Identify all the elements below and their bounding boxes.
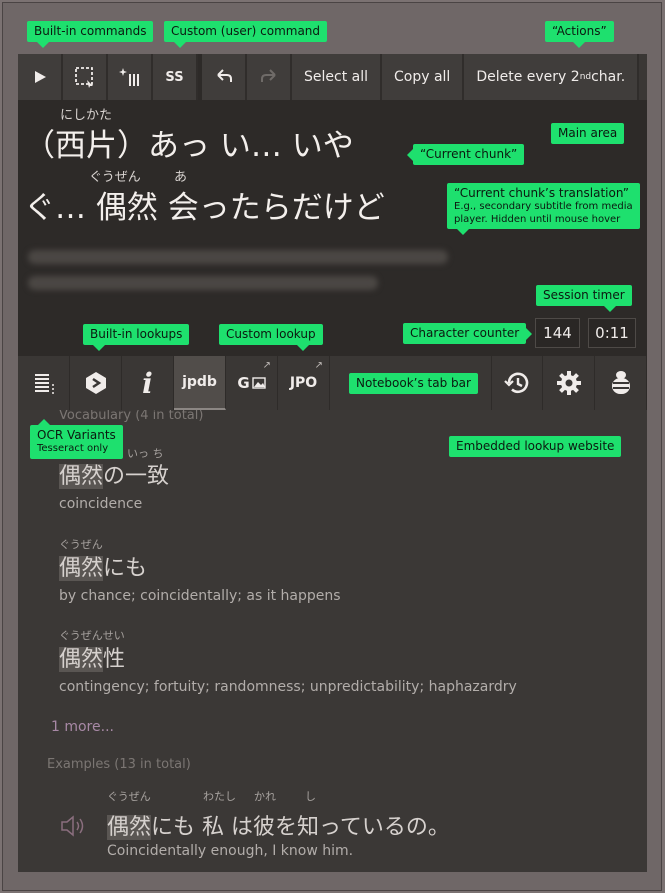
character-counter: 144 — [535, 318, 580, 348]
entry-highlight: 偶然 — [59, 464, 104, 489]
tab-info[interactable]: i — [122, 356, 174, 410]
play-icon — [34, 71, 46, 83]
note-session-timer: Session timer — [536, 285, 632, 306]
entry-word-rest: の一致 — [103, 464, 170, 489]
copy-all-button[interactable]: Copy all — [382, 54, 465, 100]
examples-header: Examples (13 in total) — [47, 757, 191, 772]
note-ocr-variants: OCR Variants Tesseract only — [30, 425, 123, 459]
delete-every-prefix: Delete every 2 — [476, 69, 580, 85]
example-sentence[interactable]: 偶然にも 私 は彼を知っているの。 — [107, 809, 450, 841]
note-translation-sub2: player. Hidden until mouse hover — [454, 213, 621, 225]
external-link-icon: ↗ — [262, 360, 271, 371]
current-chunk-line-1[interactable]: （西片）あっ い… いや — [24, 120, 354, 165]
external-link-icon: ↗ — [314, 360, 323, 371]
note-character-counter: Character counter — [403, 323, 527, 344]
entry-highlight: 偶然 — [59, 556, 104, 581]
example-ruby: かれ — [254, 790, 276, 803]
tab-lookup-1[interactable] — [70, 356, 122, 410]
vocab-entry-word[interactable]: 偶然性 — [59, 641, 125, 673]
note-builtin-lookups: Built-in lookups — [83, 324, 190, 345]
app-window: SS Select all Copy all Delete every 2nd … — [18, 54, 647, 872]
undo-button[interactable] — [202, 54, 247, 100]
translation-blurred-line-1[interactable] — [28, 250, 448, 264]
tab-debug[interactable] — [595, 356, 647, 410]
example-ruby: し — [305, 790, 316, 803]
tab-ocr-variants[interactable] — [18, 356, 70, 410]
tab-settings[interactable] — [543, 356, 595, 410]
tab-google-label: G — [237, 374, 250, 392]
select-region-icon — [74, 67, 93, 88]
list-icon — [34, 374, 54, 394]
tab-google-lens[interactable]: G ↗ — [226, 356, 278, 410]
note-embedded-lookup: Embedded lookup website — [449, 436, 622, 457]
vocab-entry-definition: by chance; coincidentally; as it happens — [59, 588, 341, 604]
note-custom-lookup: Custom lookup — [219, 324, 323, 345]
region-select-button[interactable] — [63, 54, 108, 100]
auto-ocr-button[interactable] — [108, 54, 153, 100]
delete-every-2nd-char-button[interactable]: Delete every 2nd char. — [464, 54, 640, 100]
example-rest: にも 私 は彼を知っているの。 — [151, 815, 450, 840]
magic-wand-icon — [118, 68, 139, 86]
note-ocr-title: OCR Variants — [37, 428, 116, 442]
note-translation-title: “Current chunk’s translation” — [454, 186, 630, 200]
tab-history[interactable] — [491, 356, 543, 410]
more-link[interactable]: 1 more... — [51, 719, 114, 735]
gear-icon — [556, 371, 581, 395]
dictionary-logo-icon — [85, 372, 106, 394]
example-highlight: 偶然 — [107, 815, 152, 840]
play-button[interactable] — [18, 54, 63, 100]
redo-button[interactable] — [247, 54, 292, 100]
note-main-area: Main area — [551, 123, 625, 144]
note-translation: “Current chunk’s translation” E.g., seco… — [447, 183, 640, 229]
image-icon — [251, 377, 266, 389]
note-notebook-tab-bar: Notebook’s tab bar — [349, 373, 478, 394]
notebook-tab-bar: i jpdb G ↗ JPO ↗ — [18, 356, 647, 410]
note-actions: “Actions” — [545, 21, 614, 42]
example-ruby: ぐうぜん — [107, 790, 151, 803]
session-timer[interactable]: 0:11 — [588, 318, 636, 348]
current-chunk-line-2[interactable]: ぐ… 偶然 会ったらだけど — [24, 182, 385, 227]
note-ocr-sub: Tesseract only — [37, 443, 109, 454]
vocab-entry-word[interactable]: 偶然にも — [59, 550, 147, 582]
tab-jpo[interactable]: JPO ↗ — [278, 356, 330, 410]
redo-icon — [260, 69, 276, 82]
speaker-icon[interactable] — [59, 813, 87, 839]
tab-jpdb[interactable]: jpdb — [174, 356, 226, 410]
tab-jpo-label: JPO — [289, 375, 318, 391]
entry-highlight: 偶然 — [59, 647, 104, 672]
vocabulary-header: Vocabulary (4 in total) — [59, 410, 204, 423]
delete-every-suffix: char. — [591, 69, 626, 85]
entry-word-rest: にも — [103, 556, 148, 581]
example-ruby: わたし — [203, 790, 236, 803]
entry-word-rest: 性 — [103, 647, 126, 672]
select-all-button[interactable]: Select all — [292, 54, 382, 100]
vocab-entry-word[interactable]: 偶然の一致 — [59, 458, 169, 490]
tab-jpdb-label: jpdb — [182, 374, 217, 390]
custom-ss-command-button[interactable]: SS — [153, 54, 198, 100]
example-translation: Coincidentally enough, I know him. — [107, 843, 354, 859]
ss-label: SS — [165, 69, 184, 85]
toolbar: SS Select all Copy all Delete every 2nd … — [18, 54, 647, 100]
undo-icon — [216, 69, 232, 82]
note-translation-sub1: E.g., secondary subtitle from media — [454, 201, 633, 212]
note-builtin-commands: Built-in commands — [27, 21, 154, 42]
note-custom-command: Custom (user) command — [164, 21, 328, 42]
translation-blurred-line-2[interactable] — [28, 276, 378, 290]
history-icon — [504, 372, 529, 394]
vocab-entry-definition: coincidence — [59, 496, 143, 512]
vocab-entry-definition: contingency; fortuity; randomness; unpre… — [59, 679, 517, 695]
embedded-lookup-website: Vocabulary (4 in total) ぐうぜん いっ ち 偶然の一致 … — [18, 410, 647, 872]
note-current-chunk: “Current chunk” — [413, 144, 525, 165]
bug-icon — [611, 371, 630, 394]
info-icon: i — [142, 366, 153, 400]
